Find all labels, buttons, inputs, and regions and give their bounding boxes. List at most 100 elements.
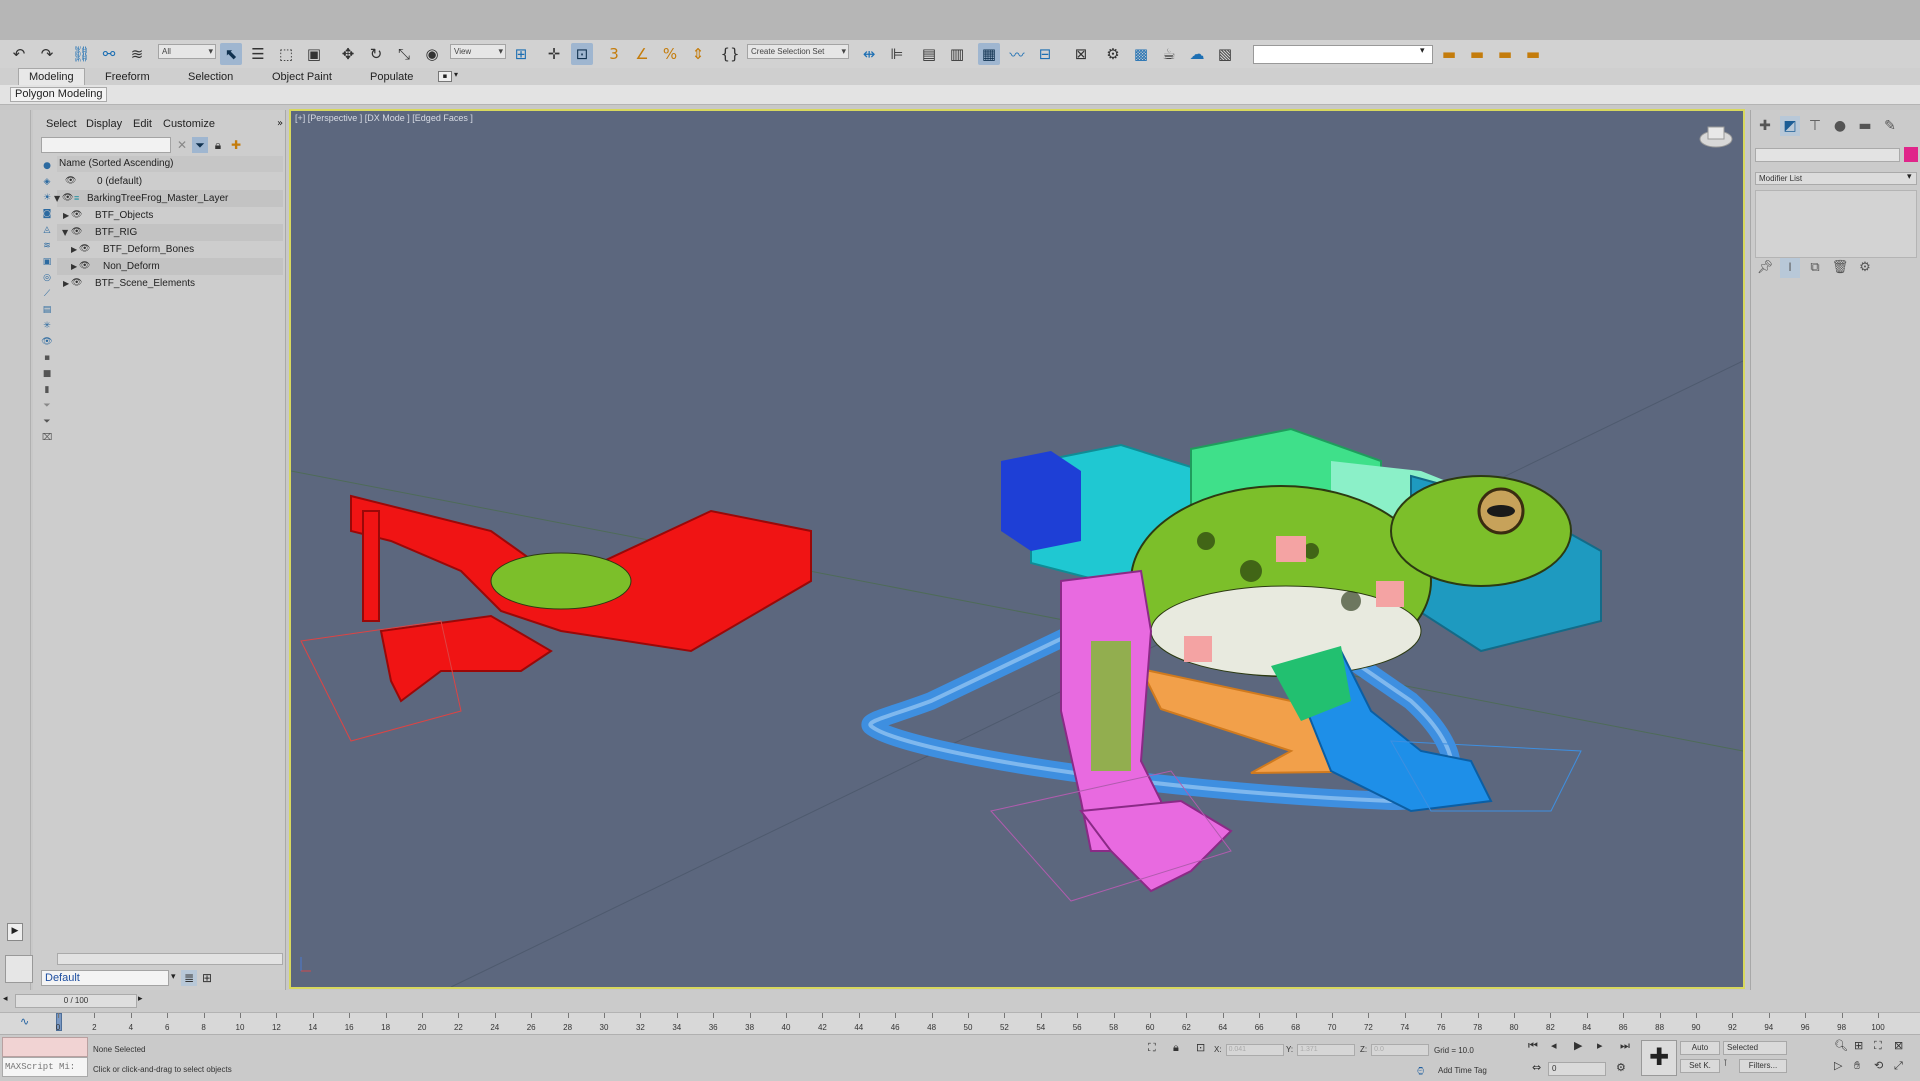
make-unique-icon[interactable]: ⧉ [1805,258,1825,278]
named-selection-sets-icon[interactable]: {} [719,43,741,65]
menu-select[interactable]: Select [46,118,77,130]
expand-triangle-icon[interactable]: ▶ [71,241,77,258]
time-configuration-icon[interactable]: ⚙ [1616,1061,1626,1074]
modifier-stack[interactable] [1755,190,1917,258]
viewport-layout-tab[interactable] [5,955,33,983]
configure-modifier-sets-icon[interactable]: ⚙ [1855,258,1875,278]
display-geometry-icon[interactable]: ● [41,160,53,172]
set-key-button[interactable]: Set K. [1680,1059,1720,1073]
filters-button[interactable]: Filters... [1739,1059,1787,1073]
motion-tab-icon[interactable]: ● [1830,116,1850,136]
workspace-search-input[interactable] [1253,45,1433,64]
visibility-eye-icon[interactable]: 👁︎ [71,224,82,241]
show-end-result-icon[interactable]: ⏽ [1780,258,1800,278]
time-slider-field[interactable]: 0 / 100 [15,994,137,1008]
current-layer-field[interactable]: Default [41,970,169,986]
reference-coordinate-dropdown[interactable]: View [450,44,506,59]
toggle-scene-explorer-icon[interactable]: ▤ [918,43,940,65]
display-influences-icon[interactable]: ▮ [41,384,53,396]
rendered-frame-window-icon[interactable]: ▩ [1130,43,1152,65]
display-groups-icon[interactable]: ▣ [41,256,53,268]
expand-triangle-icon[interactable]: ▼ [54,190,60,207]
add-layer-icon[interactable]: ✚ [228,137,244,153]
key-mode-icon[interactable]: ⇔ [1532,1061,1541,1074]
play-icon[interactable]: ▶ [7,923,23,941]
x-value[interactable]: 0.041 [1225,1043,1284,1056]
field-of-view-icon[interactable]: ▷ [1834,1059,1842,1072]
display-helpers-icon[interactable]: ◬ [41,224,53,236]
track-bar[interactable]: ∿ 0 2 4 6 8 10 12 14 16 18 20 22 24 26 28 30 32 34 36 38 40 4… [0,1012,1920,1035]
select-object-icon[interactable]: ⬉ [220,43,242,65]
current-frame-field[interactable]: 0 [1548,1062,1606,1076]
display-tab-icon[interactable]: ▬ [1855,116,1875,136]
remove-modifier-icon[interactable]: 🗑︎ [1830,258,1850,278]
tab-modeling[interactable]: Modeling [18,68,85,85]
filter-icon[interactable]: ⏷ [192,137,208,153]
select-rotate-icon[interactable]: ↻ [365,43,387,65]
tab-selection[interactable]: Selection [188,69,233,85]
sort-by-layer-icon[interactable]: ≣ [181,970,197,986]
pan-icon[interactable]: ✋︎ [1854,1059,1860,1073]
selection-set-dropdown[interactable]: Create Selection Set [747,44,849,59]
z-value[interactable]: 0.0 [1371,1043,1430,1056]
tree-row[interactable]: ▼ 👁︎ BTF_RIG [57,224,283,241]
menu-customize[interactable]: Customize [163,118,215,130]
toggle-ribbon-icon[interactable]: ▦ [978,43,1000,65]
visibility-eye-icon[interactable]: 👁︎ [71,275,82,292]
curve-editor-mini-icon[interactable]: ∿ [20,1015,29,1028]
chevron-down-icon[interactable]: ▾ [1420,46,1425,56]
next-frame-icon[interactable]: ▸ [138,994,143,1004]
expand-triangle-icon[interactable]: ▶ [63,207,69,224]
select-scale-icon[interactable]: ⤡ [393,43,415,65]
container-icon-1[interactable]: ▬ [1438,43,1460,65]
modify-tab-icon[interactable]: ◩ [1780,116,1800,136]
play-animation-icon[interactable]: ▶ [1574,1039,1582,1052]
tree-row[interactable]: 👁︎ 0 (default) [57,173,283,190]
render-production-icon[interactable]: ☕ [1158,43,1180,65]
display-particles-icon[interactable]: ✳ [41,320,53,332]
display-xrefs-icon[interactable]: ◎ [41,272,53,284]
select-place-icon[interactable]: ◉ [421,43,443,65]
modifier-list-dropdown[interactable]: Modifier List [1755,172,1917,185]
zoom-icon[interactable]: 🔍︎ [1834,1039,1848,1052]
maximize-viewport-icon[interactable]: ⤢ [1894,1059,1903,1073]
snaps-toggle-icon[interactable]: 3 [603,43,625,65]
scene-horizontal-scrollbar[interactable] [57,953,283,965]
add-time-tag[interactable]: Add Time Tag [1438,1066,1487,1075]
previous-frame-icon[interactable]: ◂ [3,994,8,1004]
visibility-eye-icon[interactable]: 👁︎ [62,190,73,207]
ribbon-options-icon[interactable]: ▪ [438,71,452,82]
container-icon-2[interactable]: ▬ [1466,43,1488,65]
selected-dropdown[interactable]: Selected [1723,1041,1787,1055]
container-icon-3[interactable]: ▬ [1494,43,1516,65]
select-by-name-icon[interactable]: ☰ [247,43,269,65]
tree-row[interactable]: ▶ 👁︎ BTF_Deform_Bones [57,241,283,258]
mirror-icon[interactable]: ⇹ [858,43,880,65]
chevron-down-icon[interactable]: ▾ [454,70,458,79]
select-move-icon[interactable]: ✥ [337,43,359,65]
pin-stack-icon[interactable]: 📌︎ [1755,258,1775,278]
display-shapes-icon[interactable]: ◈ [41,176,53,188]
tree-row[interactable]: ▶ 👁︎ Non_Deform [57,258,283,275]
display-children-icon[interactable]: ■ [41,368,53,380]
isolate-selection-icon[interactable]: ⛶ [1148,1041,1156,1055]
display-lights-icon[interactable]: ☀ [41,192,53,204]
toggle-layer-explorer-icon[interactable]: ▥ [946,43,968,65]
undo-icon[interactable]: ↶ [8,43,30,65]
selection-lock-icon[interactable]: 🔒︎ [1173,1041,1179,1055]
zoom-all-icon[interactable]: ⊞ [1854,1039,1863,1052]
chevron-down-icon[interactable]: ▾ [1907,172,1912,182]
object-color-swatch[interactable] [1904,147,1918,162]
display-containers-icon[interactable]: ▤ [41,304,53,316]
maxscript-listener[interactable] [2,1037,88,1057]
perspective-viewport[interactable]: [+] [Perspective ] [DX Mode ] [Edged Fac… [289,109,1745,989]
pivot-center-icon[interactable]: ⊞ [510,43,532,65]
filter-off-icon[interactable]: ⏷ [41,400,53,412]
selection-filter-dropdown[interactable]: All [158,44,216,59]
tree-row[interactable]: ▶ 👁︎ BTF_Objects [57,207,283,224]
display-cameras-icon[interactable]: ◙ [41,208,53,220]
bind-space-warp-icon[interactable]: ≋ [126,43,148,65]
render-in-cloud-icon[interactable]: ☁ [1186,43,1208,65]
tree-row[interactable]: ▼ 👁︎ ≡ BarkingTreeFrog_Master_Layer [54,190,283,207]
menu-edit[interactable]: Edit [133,118,152,130]
